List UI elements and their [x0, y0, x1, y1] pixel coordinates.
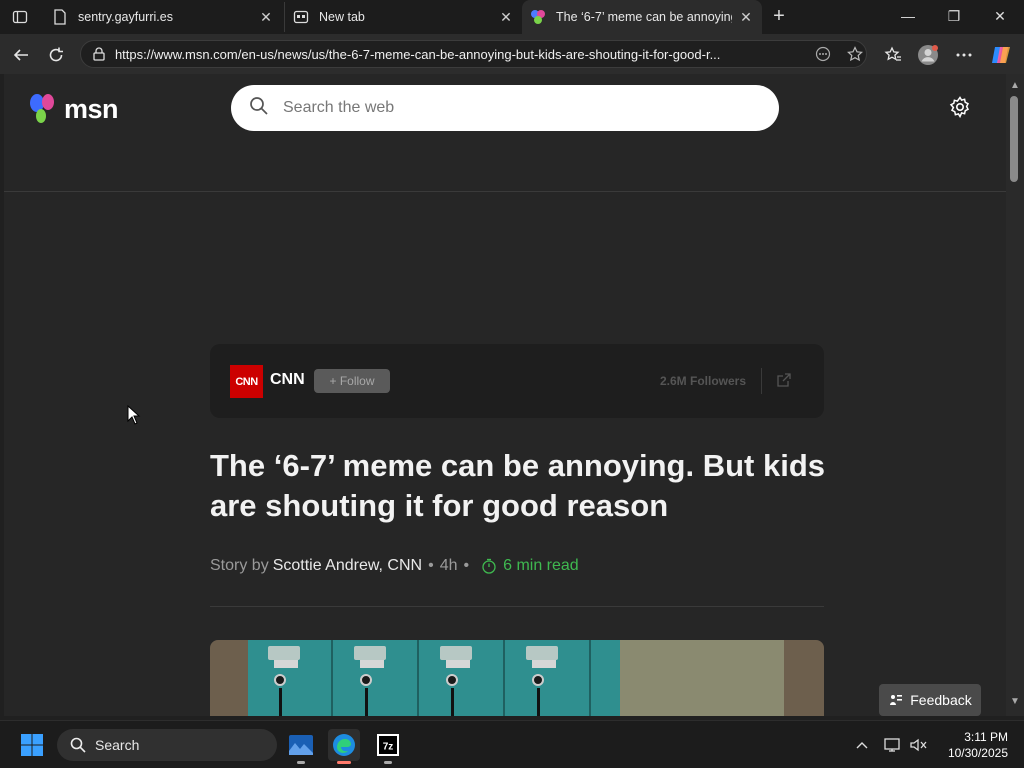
source-name[interactable]: CNN [270, 371, 305, 389]
volume-muted-icon[interactable] [908, 735, 928, 755]
search-input[interactable] [283, 99, 743, 117]
lockers-image-region [248, 640, 620, 716]
share-icon[interactable] [776, 372, 792, 388]
network-icon[interactable] [883, 735, 903, 755]
follow-button[interactable]: + Follow [314, 369, 390, 393]
restore-button[interactable]: ❐ [934, 4, 974, 28]
refresh-icon[interactable] [43, 42, 69, 68]
windows-taskbar: Search 7z 3:11 PM 10/30/2025 [0, 720, 1024, 768]
tab-strip: sentry.gayfurri.es ✕ New tab ✕ The ‘6-7’… [0, 0, 1024, 34]
gear-icon[interactable] [947, 94, 973, 120]
hero-image-background [620, 640, 784, 716]
web-page: msn CNN CNN + Follow 2.6M Followers The … [4, 74, 1006, 716]
scroll-up-arrow-icon[interactable]: ▲ [1010, 80, 1020, 91]
tab-title: sentry.gayfurri.es [78, 10, 173, 24]
hero-image[interactable] [210, 640, 824, 716]
web-search-box[interactable] [231, 85, 779, 131]
taskbar-app-photos-icon[interactable] [285, 729, 317, 764]
newtab-icon [293, 9, 309, 25]
page-scrollbar[interactable]: ▲ ▼ [1006, 74, 1024, 716]
timer-icon [481, 558, 497, 574]
tab-title: New tab [319, 10, 365, 24]
divider [210, 606, 824, 607]
clock-time: 3:11 PM [964, 730, 1008, 744]
scroll-thumb[interactable] [1010, 96, 1018, 182]
author-link[interactable]: Scottie Andrew, CNN [273, 557, 422, 575]
tab-sentry[interactable]: sentry.gayfurri.es ✕ [44, 2, 282, 32]
clock-date: 10/30/2025 [947, 746, 1008, 760]
minimize-button[interactable]: — [888, 4, 928, 28]
svg-text:7z: 7z [383, 742, 394, 753]
msn-wordmark: msn [64, 93, 119, 124]
article-headline: The ‘6-7’ meme can be annoying. But kids… [210, 448, 825, 523]
more-options-icon[interactable] [951, 42, 977, 68]
tab-msn-article[interactable]: The ‘6-7’ meme can be annoying. B ✕ [522, 0, 762, 34]
search-icon [69, 736, 87, 754]
msn-header: msn [4, 74, 1006, 192]
feedback-icon [888, 692, 904, 708]
byline-prefix: Story by [210, 557, 269, 574]
mouse-cursor-icon [127, 405, 141, 425]
show-hidden-icons-chevron-icon[interactable] [852, 735, 872, 755]
url-text[interactable]: https://www.msn.com/en-us/news/us/the-6-… [115, 47, 802, 62]
favorites-icon[interactable] [880, 42, 906, 68]
tab-actions-icon[interactable] [8, 5, 32, 29]
feedback-label: Feedback [910, 692, 972, 708]
article-byline: Story by Scottie Andrew, CNN • 4h • 6 mi… [210, 557, 579, 575]
favorite-star-icon[interactable] [844, 43, 866, 65]
close-icon[interactable]: ✕ [498, 9, 514, 25]
close-icon[interactable]: ✕ [738, 9, 754, 25]
back-arrow-icon[interactable] [8, 42, 34, 68]
browser-toolbar: https://www.msn.com/en-us/news/us/the-6-… [0, 34, 1024, 74]
address-bar[interactable]: https://www.msn.com/en-us/news/us/the-6-… [80, 40, 867, 68]
lock-icon[interactable] [91, 46, 107, 62]
separator: • [428, 557, 434, 574]
taskbar-app-edge-icon[interactable] [328, 729, 360, 764]
system-clock[interactable]: 3:11 PM 10/30/2025 [936, 729, 1008, 761]
close-window-button[interactable]: ✕ [980, 4, 1020, 28]
divider [761, 368, 762, 394]
tab-title: The ‘6-7’ meme can be annoying. B [556, 10, 732, 24]
reading-mode-icon[interactable] [812, 43, 834, 65]
feedback-button[interactable]: Feedback [879, 684, 981, 716]
scroll-down-arrow-icon[interactable]: ▼ [1010, 696, 1020, 707]
taskbar-search-label: Search [95, 737, 140, 753]
taskbar-app-7zip-icon[interactable]: 7z [372, 729, 404, 764]
search-icon [249, 96, 269, 121]
taskbar-search[interactable]: Search [57, 729, 277, 761]
source-card: CNN CNN + Follow 2.6M Followers [210, 344, 824, 418]
document-icon [52, 9, 68, 25]
tab-new-tab[interactable]: New tab ✕ [284, 2, 522, 32]
windows-start-icon[interactable] [20, 733, 44, 757]
new-tab-button[interactable]: + [768, 6, 790, 28]
separator: • [463, 557, 470, 574]
cnn-logo[interactable]: CNN [230, 365, 263, 398]
copilot-icon[interactable] [988, 42, 1014, 68]
article-age: 4h [439, 557, 458, 574]
read-time: 6 min read [503, 557, 579, 574]
msn-icon [530, 9, 546, 25]
msn-logo[interactable]: msn [28, 92, 119, 126]
followers-count: 2.6M Followers [660, 374, 747, 388]
close-icon[interactable]: ✕ [258, 9, 274, 25]
msn-butterfly-icon [30, 94, 54, 123]
profile-avatar-icon[interactable] [915, 42, 941, 68]
